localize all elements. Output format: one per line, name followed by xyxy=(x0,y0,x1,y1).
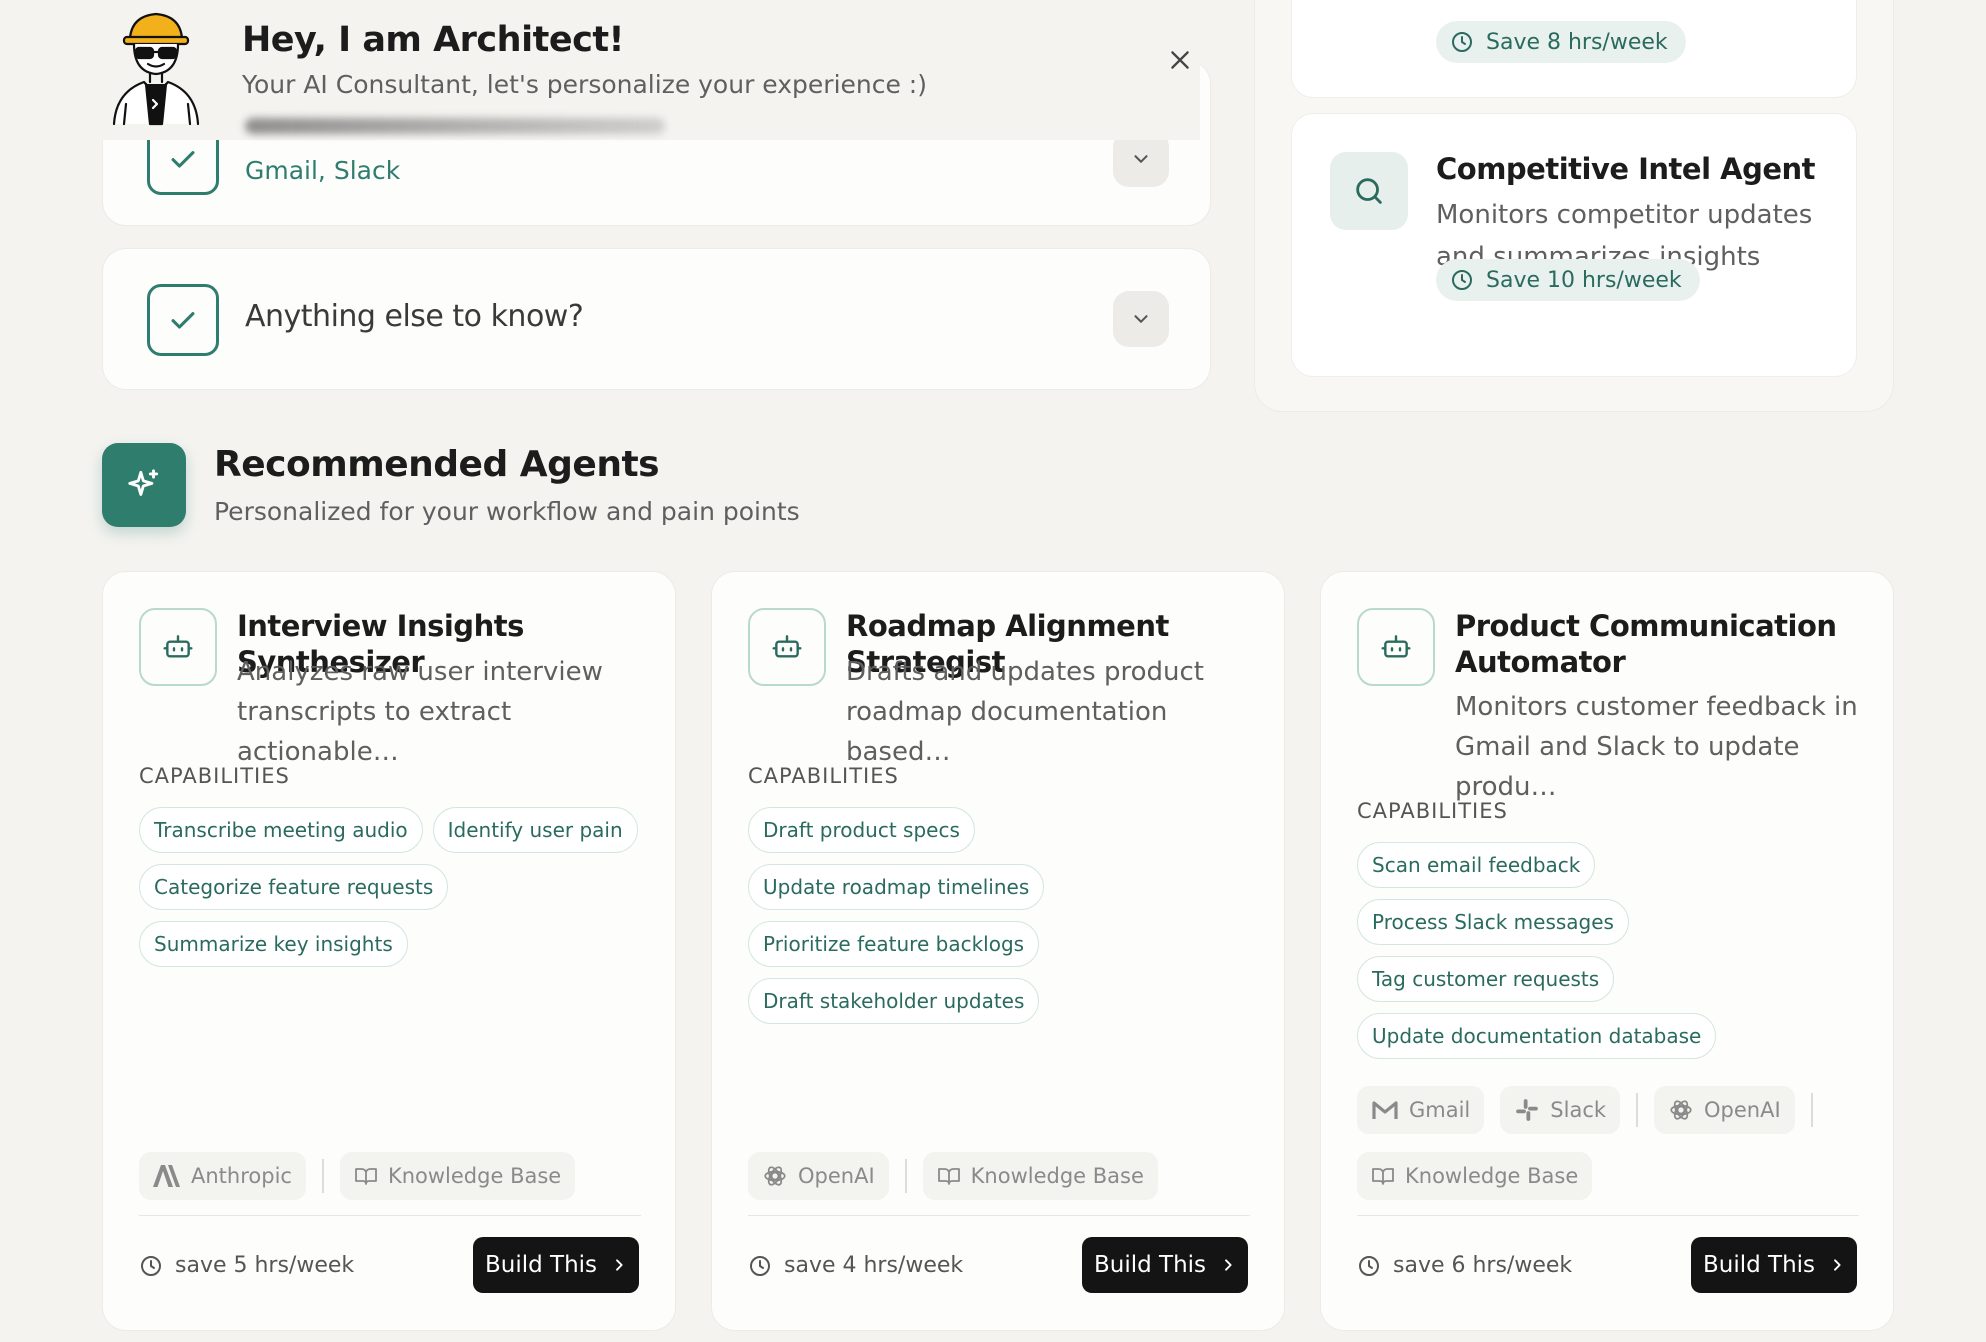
book-icon xyxy=(355,1168,377,1185)
agent-card[interactable]: Product Communication Automator Monitors… xyxy=(1320,571,1894,1331)
capabilities-label: CAPABILITIES xyxy=(139,764,290,788)
capability-chip: Categorize feature requests xyxy=(139,864,449,910)
clock-icon xyxy=(141,1255,161,1276)
chevron-right-icon xyxy=(616,1259,623,1271)
build-this-button[interactable]: Build This xyxy=(1082,1237,1248,1293)
capability-chip: Process Slack messages xyxy=(1357,899,1629,945)
tool-chip: Knowledge Base xyxy=(339,1152,576,1200)
clock-icon xyxy=(1452,32,1472,52)
capabilities-list: Transcribe meeting audio Identify user p… xyxy=(139,807,649,978)
gmail-icon xyxy=(1372,1101,1398,1119)
close-button[interactable] xyxy=(1160,40,1200,80)
openai-icon xyxy=(764,1166,786,1186)
book-icon xyxy=(1372,1168,1394,1185)
capability-chip: Draft stakeholder updates xyxy=(748,978,1040,1024)
time-savings: save 5 hrs/week xyxy=(139,1253,354,1278)
capabilities-list: Scan email feedback Process Slack messag… xyxy=(1357,842,1867,1070)
tools-list: Anthropic Knowledge Base xyxy=(139,1152,649,1218)
tool-chip: Gmail xyxy=(1357,1086,1485,1134)
time-savings-badge: Save 8 hrs/week xyxy=(1436,21,1686,63)
divider xyxy=(1357,1215,1859,1216)
divider xyxy=(748,1215,1250,1216)
question-title-faded xyxy=(245,118,665,134)
agent-title: Competitive Intel Agent xyxy=(1436,152,1816,186)
time-savings-badge: Save 10 hrs/week xyxy=(1436,259,1700,301)
chevron-down-icon xyxy=(1134,315,1148,323)
tool-chip: Knowledge Base xyxy=(922,1152,1158,1200)
assistant-header: Hey, I am Architect! Your AI Consultant,… xyxy=(100,0,1200,140)
divider xyxy=(1810,1093,1813,1127)
capability-chip: Update roadmap timelines xyxy=(748,864,1045,910)
divider xyxy=(1636,1093,1639,1127)
assistant-title: Hey, I am Architect! xyxy=(242,20,625,60)
capability-chip: Draft product specs xyxy=(748,807,975,853)
chevron-right-icon xyxy=(1225,1259,1232,1271)
close-icon xyxy=(1171,51,1189,69)
suggested-agents-panel: Save 8 hrs/week Competitive Intel Agent … xyxy=(1254,0,1894,412)
clock-icon xyxy=(750,1255,770,1276)
capability-chip: Scan email feedback xyxy=(1357,842,1596,888)
section-title: Recommended Agents xyxy=(214,444,660,485)
tool-chip: Anthropic xyxy=(139,1152,306,1200)
tool-chip: Slack xyxy=(1500,1086,1621,1134)
agent-card[interactable]: Roadmap Alignment Strategist Drafts and … xyxy=(711,571,1285,1331)
question-answer: Gmail, Slack xyxy=(245,156,401,185)
tool-chip: OpenAI xyxy=(1654,1086,1795,1134)
capability-chip: Summarize key insights xyxy=(139,921,408,967)
book-icon xyxy=(937,1168,960,1185)
slack-icon xyxy=(1516,1099,1539,1121)
chevron-right-icon xyxy=(1834,1259,1841,1271)
agent-card[interactable]: Interview Insights Synthesizer Analyzes … xyxy=(102,571,676,1331)
clock-icon xyxy=(1359,1255,1379,1276)
architect-avatar xyxy=(104,8,212,126)
divider xyxy=(139,1215,641,1216)
capability-chip: Transcribe meeting audio xyxy=(139,807,423,853)
capability-chip: Update documentation database xyxy=(1357,1013,1717,1059)
capability-chip: Identify user pain xyxy=(432,807,638,853)
capabilities-list: Draft product specs Update roadmap timel… xyxy=(748,807,1258,1035)
bot-icon xyxy=(139,608,217,686)
question-anything-else[interactable]: Anything else to know? xyxy=(102,248,1211,390)
agent-title: Product Communication Automator xyxy=(1455,609,1837,679)
capabilities-label: CAPABILITIES xyxy=(748,764,899,788)
question-title: Anything else to know? xyxy=(245,299,584,334)
divider xyxy=(904,1159,907,1193)
agent-description: Drafts and updates product roadmap docum… xyxy=(846,657,1204,767)
expand-button[interactable] xyxy=(1113,291,1169,347)
capability-chip: Tag customer requests xyxy=(1357,956,1615,1002)
capabilities-label: CAPABILITIES xyxy=(1357,799,1508,823)
clock-icon xyxy=(1452,270,1472,290)
time-savings: save 6 hrs/week xyxy=(1357,1253,1572,1278)
bot-icon xyxy=(1357,608,1435,686)
assistant-subtitle: Your AI Consultant, let's personalize yo… xyxy=(242,70,927,99)
tool-chip: OpenAI xyxy=(748,1152,889,1200)
build-this-button[interactable]: Build This xyxy=(1691,1237,1857,1293)
tools-list: Gmail Slack OpenAI Knowledge Base xyxy=(1357,1086,1867,1218)
chevron-down-icon xyxy=(1134,155,1148,163)
agent-description: Analyzes raw user interview transcripts … xyxy=(237,657,603,767)
section-subtitle: Personalized for your workflow and pain … xyxy=(214,497,800,526)
tool-chip: Knowledge Base xyxy=(1357,1152,1593,1200)
sparkles-icon xyxy=(102,443,186,527)
agent-description: Monitors customer feedback in Gmail and … xyxy=(1455,692,1858,802)
bot-icon xyxy=(748,608,826,686)
time-savings: save 4 hrs/week xyxy=(748,1253,963,1278)
agent-mini-card[interactable]: Save 8 hrs/week xyxy=(1291,0,1857,98)
openai-icon xyxy=(1670,1100,1692,1120)
anthropic-icon xyxy=(153,1165,180,1187)
check-icon xyxy=(147,284,219,356)
divider xyxy=(321,1159,324,1193)
search-icon xyxy=(1330,152,1408,230)
tools-list: OpenAI Knowledge Base xyxy=(748,1152,1258,1218)
capability-chip: Prioritize feature backlogs xyxy=(748,921,1040,967)
competitive-intel-card[interactable]: Competitive Intel Agent Monitors competi… xyxy=(1291,113,1857,377)
build-this-button[interactable]: Build This xyxy=(473,1237,639,1293)
